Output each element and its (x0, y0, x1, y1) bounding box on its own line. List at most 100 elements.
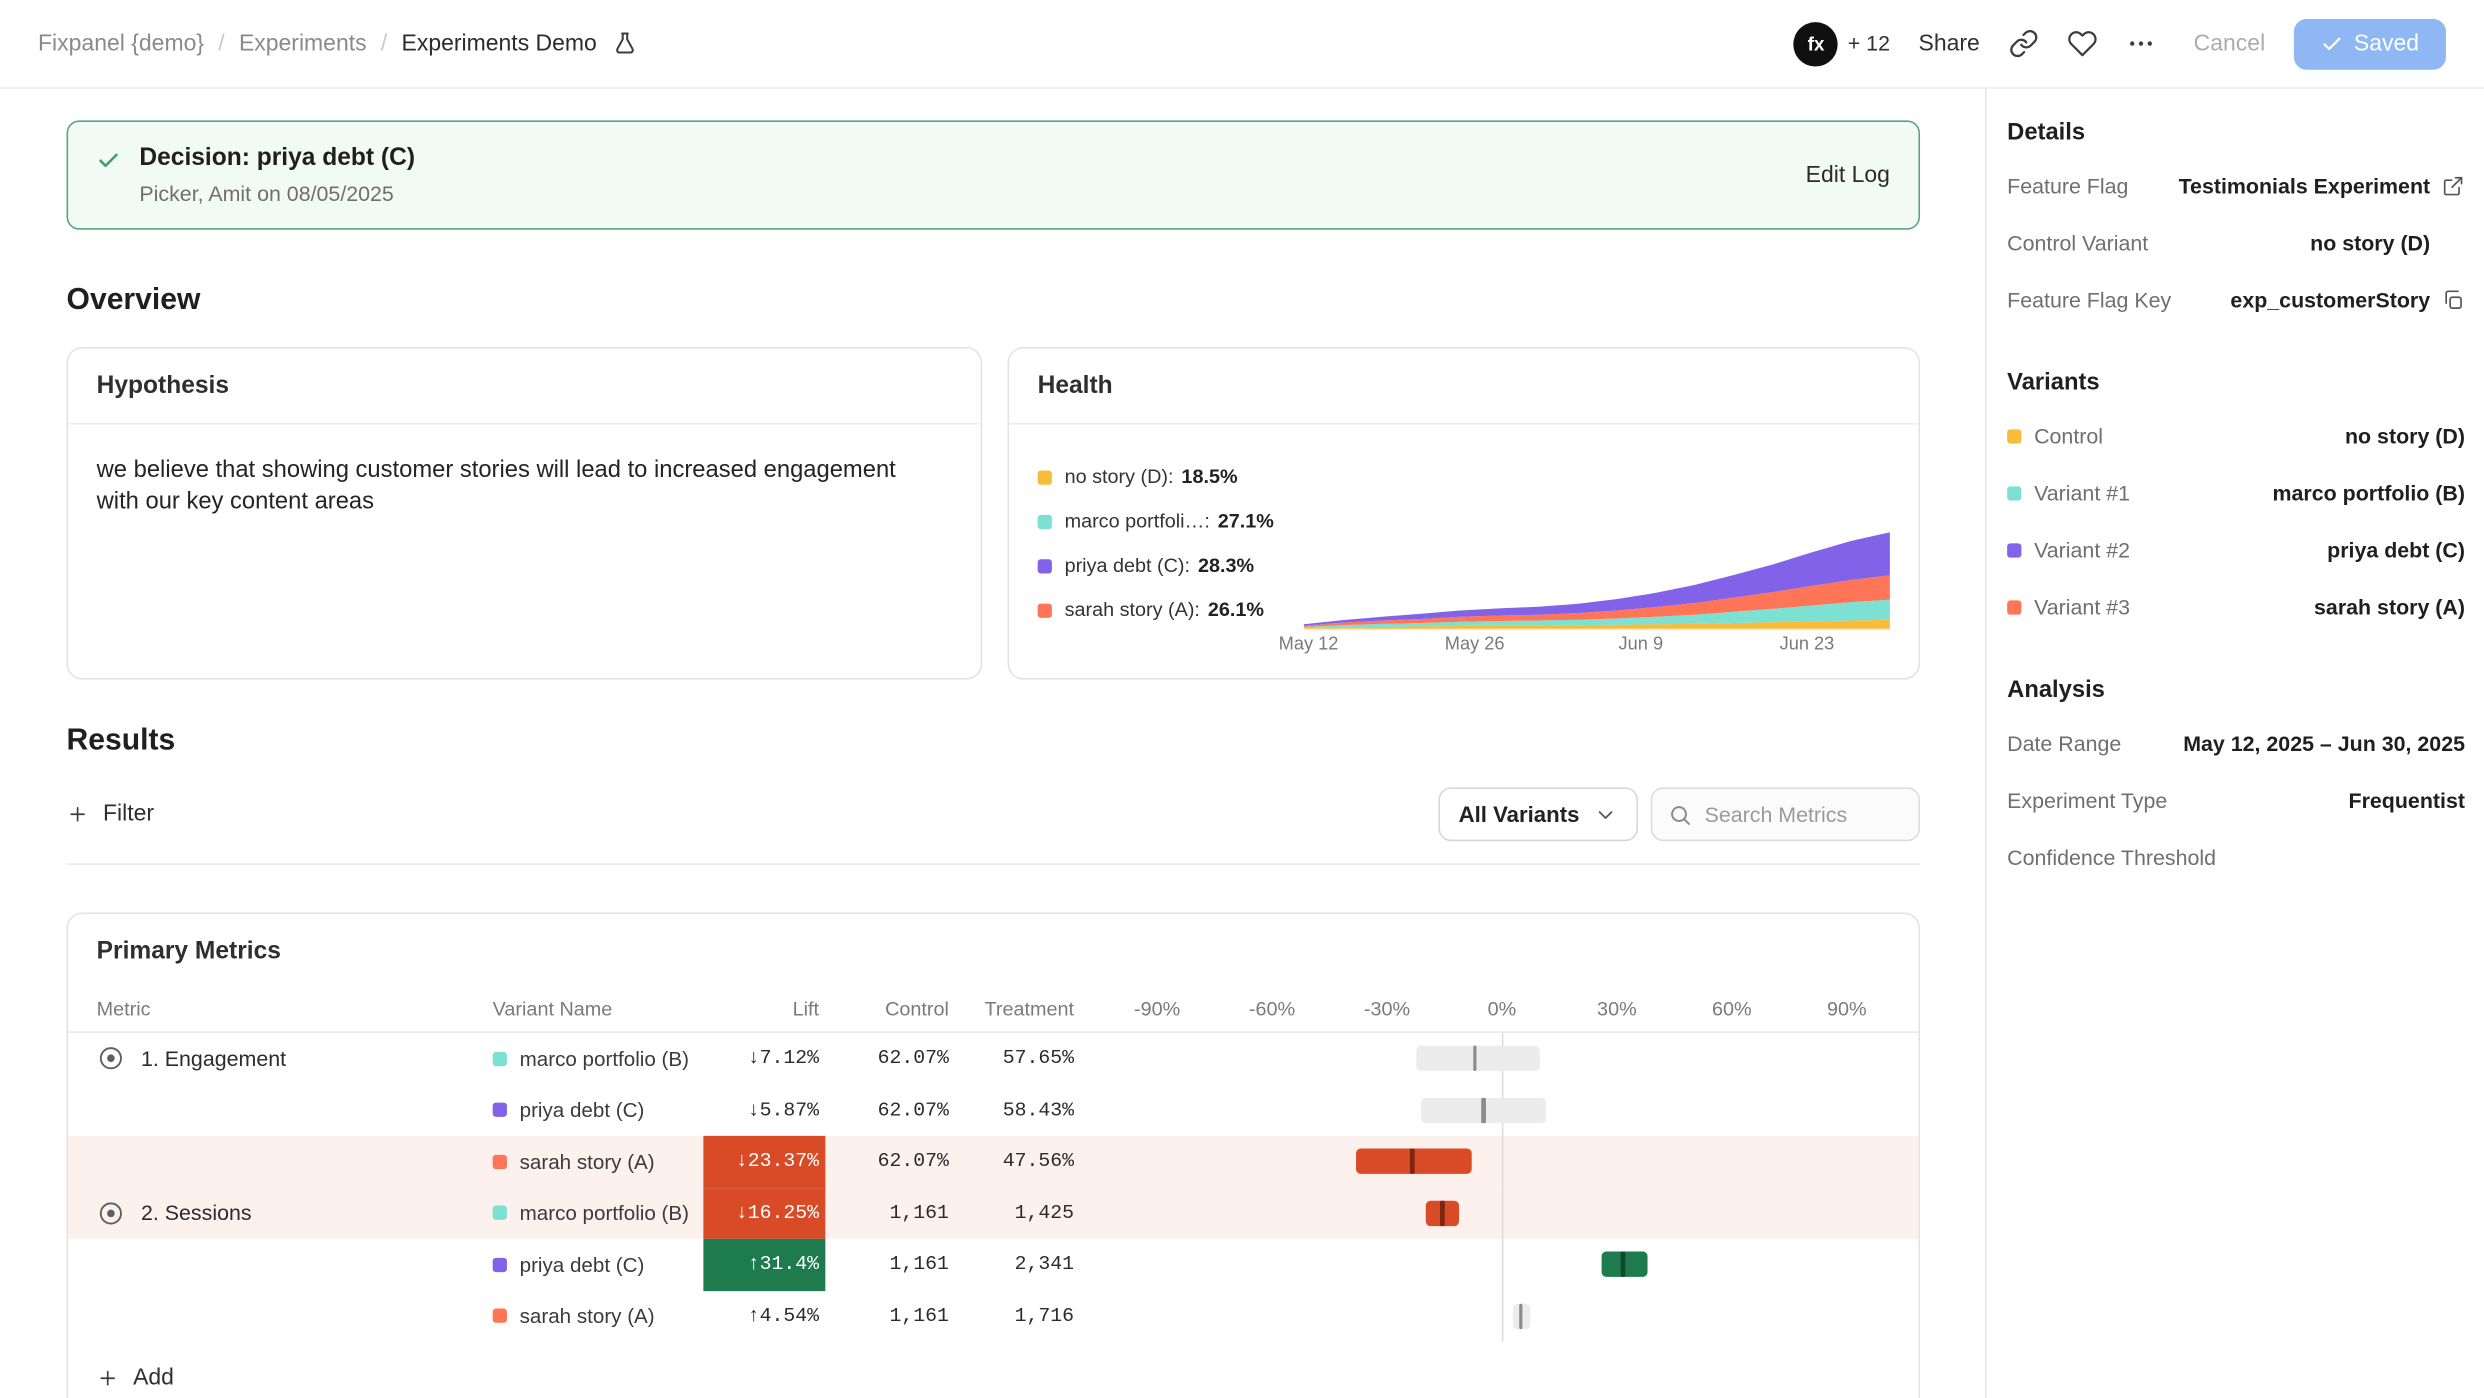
app-window: Fixpanel {demo} / Experiments / Experime… (0, 0, 2484, 1398)
search-input[interactable] (1705, 802, 1903, 826)
table-row: sarah story (A)↑4.54%1,1611,716 (68, 1290, 1918, 1341)
variant-row-2: Variant #2 priya debt (C) (2007, 521, 2465, 578)
legend-item: sarah story (A): 26.1% (1038, 599, 1304, 621)
treatment-value: 1,425 (955, 1202, 1082, 1224)
breadcrumb: Fixpanel {demo} / Experiments / Experime… (38, 30, 638, 57)
collaborators-count[interactable]: + 12 (1848, 32, 1890, 56)
flask-icon (611, 30, 638, 57)
variant-name: priya debt (C) (520, 1098, 645, 1122)
metrics-search (1651, 787, 1920, 841)
breadcrumb-item-current[interactable]: Experiments Demo (402, 31, 597, 56)
feature-flag-link[interactable]: Testimonials Experiment (2179, 173, 2431, 197)
primary-metrics-card: Primary Metrics Metric Variant Name Lift… (67, 912, 1920, 1398)
health-legend: no story (D): 18.5% marco portfoli…: 27.… (1038, 466, 1304, 669)
table-row: priya debt (C)↑31.4%1,1612,341 (68, 1239, 1918, 1290)
saved-button-label: Saved (2354, 31, 2419, 56)
confidence-interval-plot (1082, 1239, 1918, 1290)
table-row: 2. Sessionsmarco portfolio (B)↓16.25%1,1… (68, 1187, 1918, 1238)
analysis-row-experiment-type: Experiment Type Frequentist (2007, 771, 2465, 828)
axis-tick-label: -60% (1249, 997, 1295, 1019)
variant-swatch (493, 1309, 507, 1323)
legend-swatch (1038, 603, 1052, 617)
divider (67, 863, 1920, 865)
zero-axis-line (1502, 1239, 1504, 1290)
variant-swatch (2007, 486, 2021, 500)
decision-title: Decision: priya debt (C) (139, 144, 415, 173)
plus-icon (97, 1367, 119, 1389)
lift-value: ↑4.54% (703, 1290, 825, 1341)
column-header-treatment: Treatment (955, 997, 1082, 1019)
share-button[interactable]: Share (1918, 31, 1979, 56)
treatment-value: 57.65% (955, 1048, 1082, 1070)
breadcrumb-item-experiments[interactable]: Experiments (239, 31, 367, 56)
analysis-row-confidence-threshold: Confidence Threshold (2007, 829, 2465, 886)
health-x-axis: May 12May 26Jun 9Jun 23 (1304, 635, 1890, 662)
detail-row-feature-flag-key: Feature Flag Key exp_customerStory (2007, 271, 2465, 328)
confidence-interval-plot (1082, 1084, 1918, 1135)
cancel-button[interactable]: Cancel (2194, 31, 2266, 56)
control-value: 62.07% (825, 1099, 955, 1121)
variant-value: marco portfolio (B) (2273, 481, 2465, 505)
legend-item: marco portfoli…: 27.1% (1038, 510, 1304, 532)
breadcrumb-item-workspace[interactable]: Fixpanel {demo} (38, 31, 204, 56)
topbar: Fixpanel {demo} / Experiments / Experime… (0, 0, 2484, 89)
variants-dropdown-value: All Variants (1459, 802, 1580, 827)
search-icon (1668, 802, 1692, 826)
copy-link-icon[interactable] (2008, 29, 2038, 59)
treatment-value: 47.56% (955, 1151, 1082, 1173)
variants-dropdown[interactable]: All Variants (1438, 787, 1638, 841)
add-metric-button[interactable]: Add (68, 1342, 202, 1398)
x-axis-label: Jun 23 (1780, 635, 1835, 654)
control-value: 1,161 (825, 1202, 955, 1224)
lift-value: ↓5.87% (703, 1084, 825, 1135)
point-estimate-tick (1519, 1303, 1523, 1328)
axis-tick-label: 30% (1597, 997, 1637, 1019)
hypothesis-title: Hypothesis (68, 349, 980, 425)
date-range-value: May 12, 2025 – Jun 30, 2025 (2183, 731, 2465, 755)
confidence-interval-bar (1416, 1046, 1541, 1071)
variant-name: marco portfolio (B) (520, 1201, 689, 1225)
control-value: 1,161 (825, 1253, 955, 1275)
feature-flag-key-value: exp_customerStory (2230, 288, 2430, 312)
control-value: 62.07% (825, 1048, 955, 1070)
favorite-heart-icon[interactable] (2067, 29, 2097, 59)
axis-tick-label: -30% (1364, 997, 1410, 1019)
table-row: 1. Engagementmarco portfolio (B)↓7.12%62… (68, 1033, 1918, 1084)
variant-name: marco portfolio (B) (520, 1047, 689, 1071)
check-icon (97, 149, 121, 173)
legend-swatch (1038, 514, 1052, 528)
add-metric-label: Add (133, 1366, 174, 1391)
copy-icon[interactable] (2441, 288, 2465, 312)
x-axis-label: May 12 (1279, 635, 1339, 654)
point-estimate-tick (1621, 1252, 1625, 1277)
external-link-icon[interactable] (2441, 173, 2465, 197)
section-heading-analysis: Analysis (2007, 676, 2465, 703)
primary-metrics-title: Primary Metrics (68, 914, 1918, 985)
control-value: 62.07% (825, 1151, 955, 1173)
variant-name: priya debt (C) (520, 1253, 645, 1277)
analysis-section: Analysis Date Range May 12, 2025 – Jun 3… (2007, 676, 2465, 885)
legend-swatch (1038, 558, 1052, 572)
topbar-actions: fx + 12 Share Cancel Saved (1794, 18, 2446, 69)
check-icon (2321, 32, 2343, 54)
health-card: Health no story (D): 18.5% marco portfol… (1008, 347, 1920, 680)
point-estimate-tick (1482, 1097, 1486, 1122)
more-options-icon[interactable] (2126, 29, 2156, 59)
breadcrumb-separator: / (218, 31, 224, 56)
control-variant-value: no story (D) (2310, 230, 2430, 254)
decision-banner: Decision: priya debt (C) Picker, Amit on… (67, 120, 1920, 229)
point-estimate-tick (1473, 1046, 1477, 1071)
health-title: Health (1009, 349, 1918, 425)
avatar[interactable]: fx (1794, 21, 1838, 65)
legend-item: no story (D): 18.5% (1038, 466, 1304, 488)
lift-value: ↓16.25% (703, 1187, 825, 1238)
variant-swatch (2007, 543, 2021, 557)
axis-tick-label: 0% (1488, 997, 1517, 1019)
zero-axis-line (1502, 1187, 1504, 1238)
lift-axis: -90%-60%-30%0%30%60%90% (1082, 985, 1918, 1031)
edit-log-button[interactable]: Edit Log (1806, 162, 1890, 187)
lift-value: ↑31.4% (703, 1239, 825, 1290)
saved-button[interactable]: Saved (2294, 18, 2446, 69)
goal-target-icon (97, 1044, 126, 1073)
add-filter-button[interactable]: Filter (67, 802, 155, 827)
